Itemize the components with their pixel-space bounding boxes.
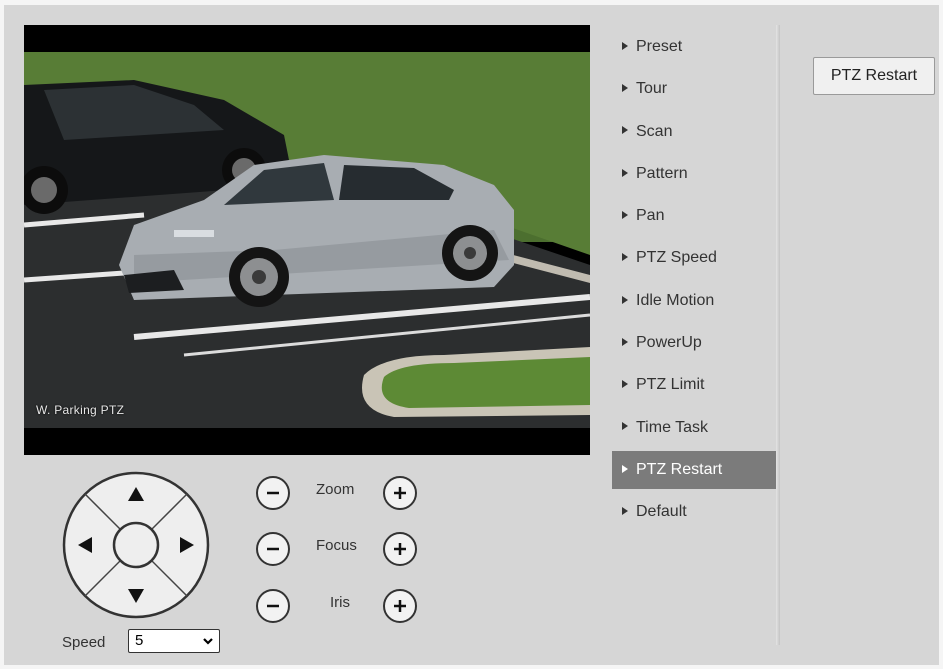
menu-item-label: PTZ Limit bbox=[636, 376, 705, 394]
direction-center-button[interactable] bbox=[112, 521, 160, 569]
iris-label: Iris bbox=[330, 594, 350, 611]
menu-item-idle-motion[interactable]: Idle Motion bbox=[612, 282, 778, 320]
menu-item-pan[interactable]: Pan bbox=[612, 197, 778, 235]
menu-item-label: Tour bbox=[636, 80, 668, 98]
caret-right-icon bbox=[622, 126, 628, 135]
speed-label: Speed bbox=[62, 634, 106, 651]
caret-right-icon bbox=[622, 168, 628, 177]
menu-item-ptz-restart[interactable]: PTZ Restart bbox=[612, 450, 778, 489]
plus-icon bbox=[394, 600, 406, 612]
focus-far-button[interactable] bbox=[383, 532, 417, 566]
caret-right-icon bbox=[622, 380, 628, 389]
ptz-restart-button[interactable]: PTZ Restart bbox=[813, 57, 935, 95]
plus-icon bbox=[394, 543, 406, 555]
menu-item-tour[interactable]: Tour bbox=[612, 70, 778, 108]
caret-right-icon bbox=[622, 337, 628, 346]
menu-item-label: PTZ Restart bbox=[636, 460, 723, 478]
speed-select[interactable]: 5 bbox=[128, 629, 220, 653]
menu-item-label: Time Task bbox=[636, 418, 709, 436]
iris-close-button[interactable] bbox=[256, 589, 290, 623]
caret-right-icon bbox=[622, 253, 628, 262]
caret-right-icon bbox=[622, 84, 628, 93]
direction-pad[interactable] bbox=[61, 470, 211, 620]
menu-divider bbox=[776, 25, 780, 645]
caret-right-icon bbox=[622, 422, 628, 431]
caret-right-icon bbox=[622, 41, 628, 50]
menu-item-label: Idle Motion bbox=[636, 291, 715, 309]
video-frame bbox=[24, 25, 590, 455]
ptz-function-menu: Preset Tour Scan Pattern Pan PTZ Speed Idle Mo… bbox=[612, 28, 778, 536]
minus-icon bbox=[267, 604, 279, 608]
menu-item-pattern[interactable]: Pattern bbox=[612, 155, 778, 193]
menu-item-scan[interactable]: Scan bbox=[612, 113, 778, 151]
caret-right-icon bbox=[622, 210, 628, 219]
focus-label: Focus bbox=[316, 537, 357, 554]
plus-icon bbox=[394, 487, 406, 499]
osd-channel-title: W. Parking PTZ bbox=[36, 403, 125, 417]
menu-item-label: PTZ Speed bbox=[636, 249, 717, 267]
caret-right-icon bbox=[622, 507, 628, 516]
iris-open-button[interactable] bbox=[383, 589, 417, 623]
menu-item-ptz-limit[interactable]: PTZ Limit bbox=[612, 366, 778, 404]
caret-right-icon bbox=[622, 295, 628, 304]
menu-item-time-task[interactable]: Time Task bbox=[612, 409, 778, 447]
menu-item-ptz-speed[interactable]: PTZ Speed bbox=[612, 239, 778, 277]
focus-near-button[interactable] bbox=[256, 532, 290, 566]
menu-item-label: Pan bbox=[636, 207, 665, 225]
menu-item-label: Default bbox=[636, 503, 687, 521]
menu-item-preset[interactable]: Preset bbox=[612, 28, 778, 66]
menu-item-label: Preset bbox=[636, 38, 683, 55]
zoom-label: Zoom bbox=[316, 481, 355, 498]
live-video-view[interactable]: W. Parking PTZ bbox=[24, 25, 590, 455]
minus-icon bbox=[267, 547, 279, 551]
zoom-out-button[interactable] bbox=[256, 476, 290, 510]
caret-right-icon bbox=[622, 464, 628, 473]
menu-item-powerup[interactable]: PowerUp bbox=[612, 324, 778, 362]
menu-item-label: Pattern bbox=[636, 164, 688, 182]
speed-value: 5 bbox=[135, 632, 144, 649]
menu-item-label: Scan bbox=[636, 122, 673, 140]
menu-item-label: PowerUp bbox=[636, 334, 702, 352]
chevron-down-icon bbox=[203, 638, 213, 645]
minus-icon bbox=[267, 491, 279, 495]
menu-item-default[interactable]: Default bbox=[612, 493, 778, 531]
zoom-in-button[interactable] bbox=[383, 476, 417, 510]
